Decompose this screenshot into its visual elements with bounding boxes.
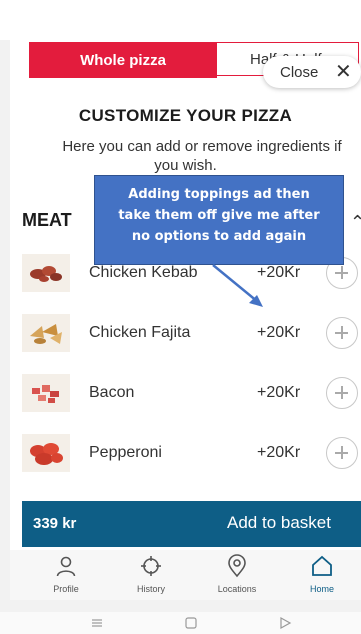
topping-name: Chicken Kebab bbox=[89, 264, 198, 281]
topping-price: +20Kr bbox=[257, 444, 301, 461]
location-pin-icon bbox=[228, 554, 246, 578]
nav-item-profile[interactable]: Profile bbox=[26, 550, 106, 600]
nav-label: Locations bbox=[217, 584, 257, 594]
menu-icon[interactable] bbox=[90, 616, 104, 630]
add-topping-button[interactable] bbox=[326, 437, 358, 469]
nav-label: History bbox=[136, 584, 165, 594]
bacon-thumbnail bbox=[22, 374, 70, 412]
topping-name: Pepperoni bbox=[89, 444, 162, 461]
home-square-icon[interactable] bbox=[184, 616, 198, 630]
close-label: Close bbox=[280, 63, 319, 81]
app-screen: Whole pizza Half & Half Close ✕ CUSTOMIZ… bbox=[10, 40, 361, 600]
subtitle-line-1: Here you can add or remove ingredients i… bbox=[62, 138, 342, 155]
topping-row-bacon: Bacon +20Kr bbox=[10, 363, 361, 423]
annotation-callout: Adding toppings ad then take them off gi… bbox=[94, 175, 344, 265]
top-strip bbox=[0, 0, 361, 40]
topping-row-chicken-fajita: Chicken Fajita +20Kr bbox=[10, 303, 361, 363]
section-heading-meat: MEAT bbox=[22, 210, 72, 230]
annotation-line-3: no options to add again bbox=[131, 229, 307, 244]
chicken-fajita-thumbnail bbox=[22, 314, 70, 352]
close-icon: ✕ bbox=[335, 61, 352, 83]
topping-price: +20Kr bbox=[257, 384, 301, 401]
pepperoni-thumbnail bbox=[22, 434, 70, 472]
add-topping-button[interactable] bbox=[326, 317, 358, 349]
nav-item-locations[interactable]: Locations bbox=[197, 550, 277, 600]
annotation-line-2: take them off give me after bbox=[118, 208, 320, 223]
person-icon bbox=[56, 556, 76, 577]
chevron-up-icon[interactable]: ⌃ bbox=[350, 212, 361, 233]
page-title: CUSTOMIZE YOUR PIZZA bbox=[78, 106, 293, 125]
add-topping-button[interactable] bbox=[326, 377, 358, 409]
topping-name: Bacon bbox=[89, 384, 135, 401]
subtitle-line-2: you wish. bbox=[154, 157, 217, 174]
tab-whole-pizza[interactable]: Whole pizza bbox=[29, 42, 217, 78]
nav-item-home[interactable]: Home bbox=[282, 550, 361, 600]
home-icon bbox=[312, 555, 332, 576]
close-button[interactable]: Close ✕ bbox=[263, 56, 361, 88]
bottom-navigation: Profile History Locations Home bbox=[10, 550, 361, 600]
nav-label: Home bbox=[309, 584, 334, 594]
system-navigation-bar bbox=[0, 612, 361, 634]
scroll-fade bbox=[10, 470, 361, 500]
add-to-basket-label: Add to basket bbox=[227, 513, 331, 532]
topping-name: Chicken Fajita bbox=[89, 324, 191, 341]
basket-total-price: 339 kr bbox=[33, 515, 77, 532]
topping-price: +20Kr bbox=[257, 324, 301, 341]
add-to-basket-button[interactable]: 339 kr Add to basket bbox=[22, 501, 361, 547]
topping-price: +20Kr bbox=[257, 264, 301, 281]
chicken-kebab-thumbnail bbox=[22, 254, 70, 292]
annotation-line-1: Adding toppings ad then bbox=[128, 187, 310, 202]
back-icon[interactable] bbox=[278, 616, 292, 630]
nav-item-history[interactable]: History bbox=[111, 550, 191, 600]
nav-label: Profile bbox=[53, 584, 79, 594]
crosshair-icon bbox=[141, 556, 161, 576]
